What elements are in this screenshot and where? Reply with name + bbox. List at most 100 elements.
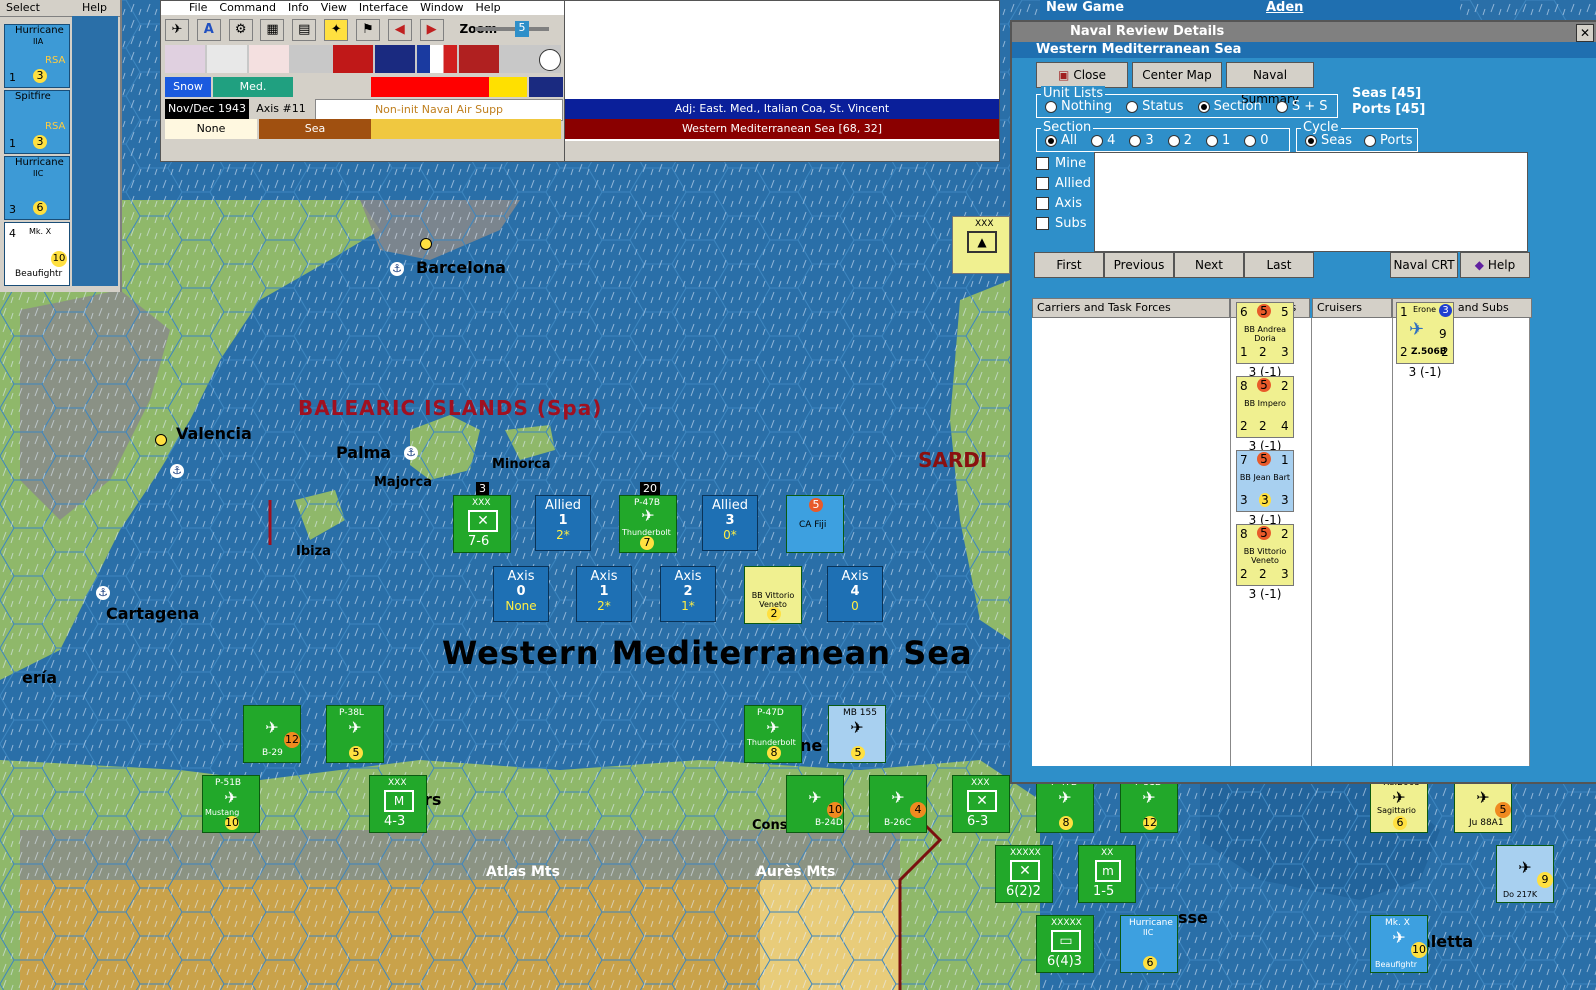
naval-counter-ca-fiji[interactable]: CA Fiji 5 (786, 495, 844, 553)
naval-review-window[interactable]: Naval Review Details ✕ Western Mediterra… (1010, 20, 1596, 784)
filter-mine[interactable]: Mine (1036, 156, 1096, 176)
transport-counter-z506b[interactable]: 1 Erone 3 ✈ 9 2 Z.506B 2 3 (-1) (1396, 302, 1454, 379)
anchor-icon[interactable]: ⚓ (96, 586, 110, 600)
army-counter-hq[interactable]: XXXXX ▭ 6(4)3 (1036, 915, 1094, 973)
tray-unit-beaufighter[interactable]: Mk. X 4 10 Beaufightr (4, 222, 70, 286)
menu-interface[interactable]: Interface (353, 1, 414, 15)
tray-unit-hurricane[interactable]: Hurricane IIA RSA 1 3 (4, 24, 70, 88)
naval-summary-button[interactable]: Naval Summary (1226, 62, 1314, 106)
unit-tray-window[interactable]: Select Help Hurricane IIA RSA 1 3 Spitfi… (0, 0, 122, 292)
radio-nothing[interactable]: Nothing (1045, 99, 1112, 114)
air-counter-p47d[interactable]: P-47D ✈ Thunderbolt 8 (744, 705, 802, 763)
grid-icon[interactable]: ▦ (260, 19, 285, 41)
previous-button[interactable]: Previous (1104, 252, 1174, 278)
tray-unit-hurricane-iic[interactable]: Hurricane IIC 3 6 (4, 156, 70, 220)
flag-icon[interactable] (207, 45, 247, 73)
menu-window[interactable]: Window (414, 1, 469, 15)
note-icon[interactable]: ▤ (292, 19, 317, 41)
air-counter-mb155[interactable]: MB 155 ✈ 5 (828, 705, 886, 763)
radio-cycle-seas[interactable]: Seas (1305, 133, 1352, 148)
zoom-value[interactable]: 5 (515, 21, 529, 37)
last-button[interactable]: Last (1244, 252, 1314, 278)
axis-box-4[interactable]: Axis 4 0 (827, 566, 883, 622)
filter-allied[interactable]: Allied (1036, 176, 1096, 196)
close-button[interactable]: ▣ Close (1036, 62, 1128, 88)
radio-s-plus-s[interactable]: S + S (1275, 99, 1328, 114)
gear-icon[interactable]: ⚙ (228, 19, 253, 41)
anchor-icon[interactable]: ⚓ (404, 446, 418, 460)
flag-icon[interactable] (539, 49, 561, 71)
axis-box-2[interactable]: Axis 2 1* (660, 566, 716, 622)
axis-box-0[interactable]: Axis 0 None (493, 566, 549, 622)
col-header-cruisers[interactable]: Cruisers (1312, 298, 1392, 318)
flag-icon[interactable] (375, 45, 415, 73)
corps-counter[interactable]: XXX ✕ 6-3 (952, 775, 1010, 833)
air-counter-do217[interactable]: Do 217K ✈ 9 (1496, 845, 1554, 903)
details-text-area[interactable] (1094, 152, 1528, 252)
naval-counter-bb-vittorio[interactable]: BB Vittorio Veneto 2 (744, 566, 802, 624)
menu-info[interactable]: Info (282, 1, 315, 15)
flag-icon[interactable] (333, 45, 373, 73)
ship-counter-impero[interactable]: 8 5 2 BB Impero 2 2 4 3 (-1) (1236, 376, 1294, 453)
zoom-slider[interactable] (475, 27, 549, 31)
bolt-icon[interactable]: ✦ (324, 19, 349, 41)
flag-icon[interactable] (459, 45, 499, 73)
help-button[interactable]: ◆ Help (1460, 252, 1530, 278)
axis-box-1[interactable]: Axis 1 2* (576, 566, 632, 622)
radio-section[interactable]: Section (1197, 99, 1262, 114)
air-counter-p47b[interactable]: 20 P-47B ✈ Thunderbolt 7 (619, 482, 677, 553)
radio-cycle-ports[interactable]: Ports (1364, 133, 1413, 148)
col-header-carriers[interactable]: Carriers and Task Forces (1032, 298, 1230, 318)
air-counter-p38l[interactable]: P-38L ✈ 5 (326, 705, 384, 763)
anchor-icon[interactable]: ⚓ (170, 464, 184, 478)
anchor-icon[interactable]: ⚓ (390, 262, 404, 276)
air-counter-beaufighter[interactable]: Mk. X ✈ Beaufightr 10 (1370, 915, 1428, 973)
filter-subs[interactable]: Subs (1036, 216, 1096, 236)
map-control-window[interactable]: File Command Info View Interface Window … (160, 0, 566, 162)
center-map-button[interactable]: Center Map (1132, 62, 1222, 88)
menu-view[interactable]: View (315, 1, 353, 15)
allied-box-1[interactable]: Allied 1 2* (535, 495, 591, 551)
radio-section-1[interactable]: 1 (1205, 133, 1230, 148)
flag-icon[interactable] (165, 45, 205, 73)
air-counter-b26c[interactable]: B-26C ✈ 4 (869, 775, 927, 833)
menu-help[interactable]: Help (470, 1, 507, 15)
air-counter-hurricane[interactable]: Hurricane IIC 6 (1120, 915, 1178, 973)
radio-section-all[interactable]: All (1045, 133, 1077, 148)
allied-box-2[interactable]: Allied 3 0* (702, 495, 758, 551)
filter-axis[interactable]: ✓ Axis (1036, 196, 1096, 216)
army-counter[interactable]: XXXXX ✕ 6(2)2 (995, 845, 1053, 903)
tray-menu-select[interactable]: Select (0, 0, 46, 16)
next-button[interactable]: Next (1174, 252, 1244, 278)
ship-counter-vittorio-veneto[interactable]: 8 5 2 BB Vittorio Veneto 2 2 3 3 (-1) (1236, 524, 1294, 601)
naval-crt-button[interactable]: Naval CRT (1390, 252, 1458, 278)
menu-file[interactable]: File (183, 1, 213, 15)
ship-counter-andrea-doria[interactable]: 6 5 5 BB Andrea Doria 1 2 3 3 (-1) (1236, 302, 1294, 379)
axis-corps-marker[interactable]: XXX ▲ (952, 216, 1010, 274)
corps-counter[interactable]: 3 XXX ✕ 7-6 (453, 482, 511, 553)
city-dot-valencia[interactable] (155, 434, 167, 446)
flag-icon[interactable] (249, 45, 289, 73)
first-button[interactable]: First (1034, 252, 1104, 278)
flag-icon[interactable]: ⚑ (355, 19, 380, 41)
division-counter[interactable]: XX m 1-5 (1078, 845, 1136, 903)
flag-icon[interactable] (417, 45, 457, 73)
new-game-link[interactable]: New Game (1046, 0, 1124, 15)
aden-link[interactable]: Aden (1266, 0, 1303, 15)
radio-section-4[interactable]: 4 (1091, 133, 1115, 148)
arrow-left-icon[interactable]: ◀ (387, 19, 412, 41)
radio-section-2[interactable]: 2 (1167, 133, 1192, 148)
air-counter-b24d[interactable]: B-24D ✈ 10 (786, 775, 844, 833)
corps-counter[interactable]: XXX M 4-3 (369, 775, 427, 833)
air-counter-p51b[interactable]: P-51B ✈ Mustang 10 (202, 775, 260, 833)
arrow-right-icon[interactable]: ▶ (419, 19, 444, 41)
tray-menu-help[interactable]: Help (76, 0, 113, 16)
radio-section-3[interactable]: 3 (1129, 133, 1154, 148)
text-icon[interactable]: A (196, 19, 221, 41)
tray-unit-spitfire[interactable]: Spitfire RSA 1 3 (4, 90, 70, 154)
city-dot-barcelona[interactable] (420, 238, 432, 250)
air-counter-b29[interactable]: B-29 ✈ 12 (243, 705, 301, 763)
close-window-icon[interactable]: ✕ (1576, 24, 1594, 42)
plane-icon[interactable]: ✈ (165, 19, 189, 41)
ship-counter-jean-bart[interactable]: 7 5 1 BB Jean Bart 3 3 3 3 (-1) (1236, 450, 1294, 527)
